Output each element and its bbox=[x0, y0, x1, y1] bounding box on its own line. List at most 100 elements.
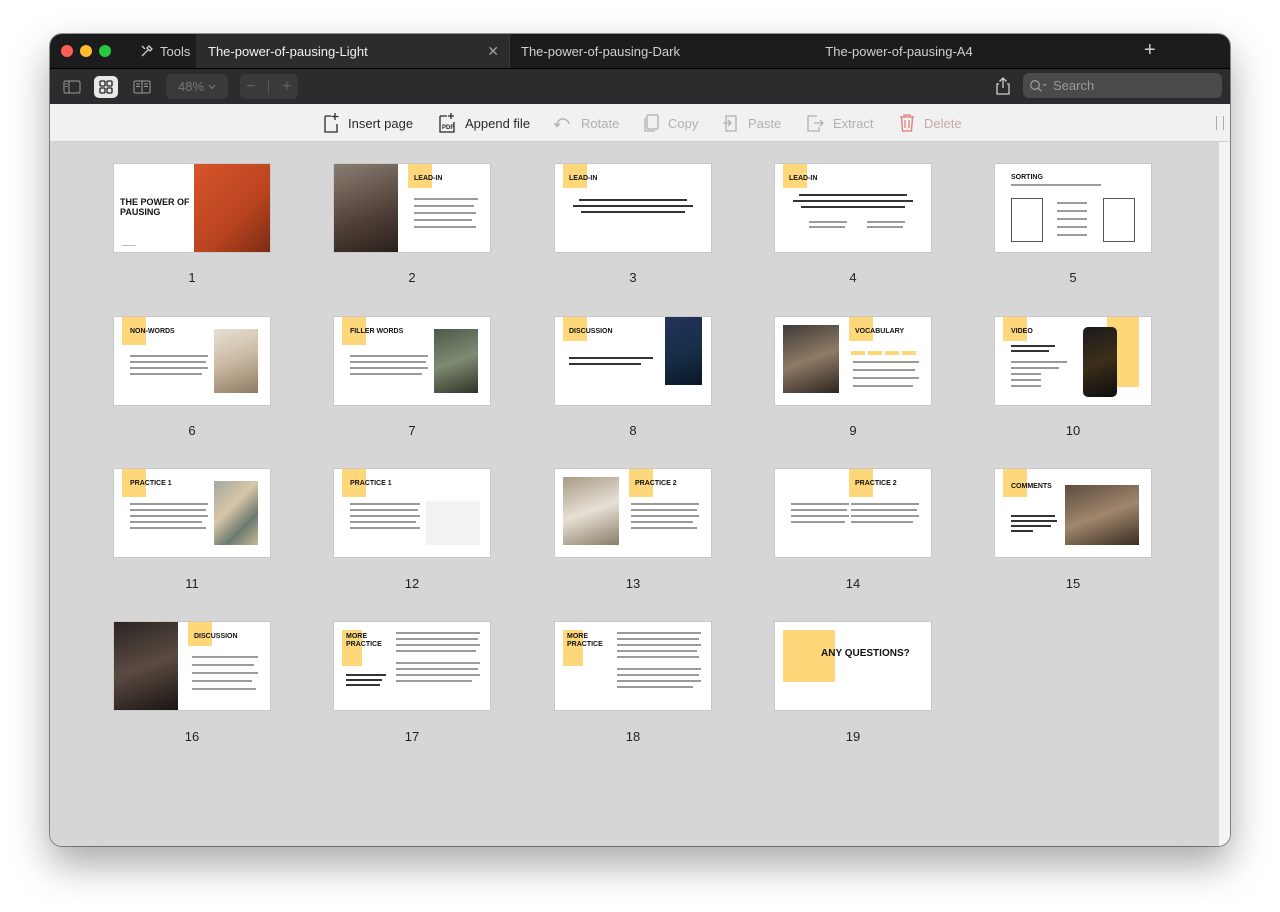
grid-view-button[interactable] bbox=[94, 76, 118, 98]
page-title: VIDEO bbox=[1011, 328, 1033, 335]
page-number: 16 bbox=[184, 729, 200, 744]
laptop-photo bbox=[563, 477, 619, 545]
resize-handle[interactable] bbox=[1216, 116, 1224, 130]
tab-light[interactable]: The-power-of-pausing-Light ✕ bbox=[196, 34, 509, 68]
search-input[interactable]: Search bbox=[1023, 73, 1222, 98]
text-line bbox=[396, 644, 480, 646]
page-title: COMMENTS bbox=[1011, 483, 1052, 490]
page-thumbnail-7[interactable]: FILLER WORDS bbox=[334, 317, 490, 405]
text-line bbox=[130, 509, 206, 511]
banknotes-photo bbox=[214, 481, 258, 545]
sidebar-icon bbox=[63, 80, 81, 94]
text-line bbox=[350, 515, 420, 517]
text-line bbox=[617, 668, 701, 670]
speaker-stage-photo bbox=[665, 317, 702, 385]
text-line bbox=[631, 515, 699, 517]
text-line bbox=[569, 363, 641, 365]
text-line bbox=[581, 211, 685, 213]
sidebar-toggle-button[interactable] bbox=[60, 76, 84, 98]
tab-a4-label: The-power-of-pausing-A4 bbox=[825, 43, 973, 59]
append-file-button[interactable]: PDF Append file bbox=[437, 104, 530, 142]
text-line bbox=[1011, 350, 1049, 352]
page-thumbnail-4[interactable]: LEAD-IN bbox=[775, 164, 931, 252]
zoom-in-button[interactable]: + bbox=[282, 78, 291, 96]
minimize-window-button[interactable] bbox=[80, 45, 92, 57]
page-title: MORE PRACTICE bbox=[567, 633, 603, 648]
page-thumbnail-9[interactable]: VOCABULARY bbox=[775, 317, 931, 405]
phone-video-image bbox=[1083, 327, 1117, 397]
text-line bbox=[617, 680, 701, 682]
chevron-down-icon bbox=[208, 84, 216, 89]
text-line bbox=[350, 355, 428, 357]
page-thumbnail-15[interactable]: COMMENTS bbox=[995, 469, 1151, 557]
page-thumbnail-13[interactable]: PRACTICE 2 bbox=[555, 469, 711, 557]
text-line bbox=[801, 206, 905, 208]
text-line bbox=[1011, 515, 1055, 517]
close-tab-icon[interactable]: ✕ bbox=[487, 43, 499, 60]
copy-icon bbox=[644, 114, 659, 132]
rotate-button[interactable]: Rotate bbox=[553, 104, 619, 142]
text-line bbox=[350, 503, 420, 505]
page-thumbnail-3[interactable]: LEAD-IN bbox=[555, 164, 711, 252]
zoom-window-button[interactable] bbox=[99, 45, 111, 57]
page-number: 4 bbox=[849, 270, 857, 285]
vertical-scrollbar[interactable] bbox=[1218, 142, 1230, 846]
page-thumbnail-14[interactable]: PRACTICE 2 bbox=[775, 469, 931, 557]
text-line bbox=[631, 521, 693, 523]
extract-icon bbox=[807, 115, 824, 132]
tools-button[interactable]: Tools bbox=[140, 34, 190, 68]
share-button[interactable] bbox=[994, 76, 1012, 96]
text-line bbox=[791, 503, 849, 505]
page-thumbnail-2[interactable]: LEAD-IN bbox=[334, 164, 490, 252]
page-thumbnail-12[interactable]: PRACTICE 1 bbox=[334, 469, 490, 557]
text-line bbox=[791, 515, 849, 517]
page-title: SORTING bbox=[1011, 174, 1043, 181]
text-line bbox=[617, 638, 699, 640]
search-placeholder: Search bbox=[1053, 78, 1095, 93]
text-line bbox=[130, 367, 208, 369]
text-line bbox=[617, 632, 701, 634]
page-thumbnail-10[interactable]: VIDEO bbox=[995, 317, 1151, 405]
tab-dark[interactable]: The-power-of-pausing-Dark bbox=[509, 34, 769, 68]
page-number: 5 bbox=[1069, 270, 1077, 285]
page-thumbnail-1[interactable]: THE POWER OF PAUSING bbox=[114, 164, 270, 252]
zoom-select[interactable]: 48% bbox=[166, 74, 228, 99]
page-title: PRACTICE 2 bbox=[635, 480, 677, 487]
page-thumbnail-11[interactable]: PRACTICE 1 bbox=[114, 469, 270, 557]
copy-button[interactable]: Copy bbox=[642, 104, 698, 142]
text-line bbox=[414, 198, 478, 200]
text-line bbox=[414, 205, 474, 207]
trash-icon bbox=[900, 114, 914, 132]
insert-page-button[interactable]: Insert page bbox=[322, 104, 413, 142]
tab-a4[interactable]: The-power-of-pausing-A4 bbox=[769, 34, 1029, 68]
extract-button[interactable]: Extract bbox=[805, 104, 873, 142]
page-title: ANY QUESTIONS? bbox=[821, 648, 910, 659]
paste-button[interactable]: Paste bbox=[722, 104, 781, 142]
page-thumbnail-17[interactable]: MORE PRACTICE bbox=[334, 622, 490, 710]
text-line bbox=[791, 509, 847, 511]
page-number: 7 bbox=[408, 423, 416, 438]
page-thumbnail-16[interactable]: DISCUSSION bbox=[114, 622, 270, 710]
page-thumbnail-8[interactable]: DISCUSSION bbox=[555, 317, 711, 405]
page-title: PRACTICE 1 bbox=[350, 480, 392, 487]
page-thumbnail-18[interactable]: MORE PRACTICE bbox=[555, 622, 711, 710]
extract-label: Extract bbox=[833, 115, 874, 131]
svg-text:PDF: PDF bbox=[442, 125, 454, 131]
text-line bbox=[809, 221, 847, 223]
page-thumbnail-6[interactable]: NON-WORDS bbox=[114, 317, 270, 405]
zoom-out-button[interactable]: − bbox=[246, 78, 255, 96]
page-number: 3 bbox=[629, 270, 637, 285]
page-thumbnail-19[interactable]: ANY QUESTIONS? bbox=[775, 622, 931, 710]
page-title: FILLER WORDS bbox=[350, 328, 404, 335]
close-window-button[interactable] bbox=[61, 45, 73, 57]
page-title: VOCABULARY bbox=[855, 328, 905, 335]
new-tab-plus-icon[interactable]: + bbox=[1144, 39, 1156, 61]
delete-button[interactable]: Delete bbox=[898, 104, 962, 142]
text-line bbox=[853, 369, 915, 371]
page-footer bbox=[122, 244, 136, 246]
reader-view-button[interactable] bbox=[130, 76, 154, 98]
page-number: 15 bbox=[1065, 576, 1081, 591]
text-line bbox=[617, 650, 697, 652]
page-thumbnail-5[interactable]: SORTING bbox=[995, 164, 1151, 252]
text-line bbox=[130, 527, 206, 529]
